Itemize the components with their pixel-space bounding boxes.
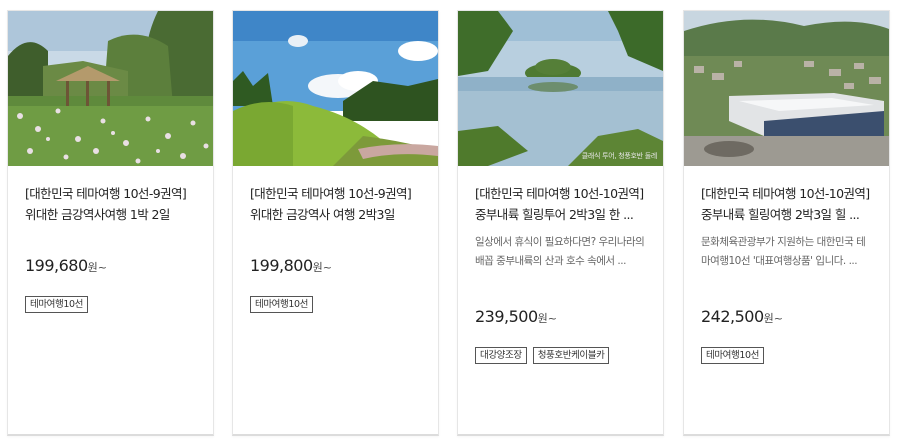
product-description-line2: 마여행10선 '대표여행상품' 입니다. ... [701,255,858,267]
product-tag[interactable]: 테마여행10선 [25,296,88,313]
image-caption: 클래식 투어, 청풍호반 둘레 [581,152,658,160]
product-tags: 대강양조장 청풍호반케이블카 [475,347,610,364]
price-unit: 원~ [87,261,108,274]
product-title-line1[interactable]: [대한민국 테마여행 10선-9권역] [250,183,428,204]
product-title[interactable]: [대한민국 테마여행 10선-10권역] 중부내륙 힐링여행 2박3일 힐 ..… [701,183,879,225]
product-title-line2[interactable]: 위대한 금강역사 여행 2박3일 [250,204,428,225]
product-description: 일상에서 휴식이 필요하다면? 우리나라의 배꼽 중부내륙의 산과 호수 속에서… [475,233,653,271]
product-card[interactable]: [대한민국 테마여행 10선-9권역] 위대한 금강역사 여행 2박3일 199… [232,10,439,436]
product-card[interactable]: 클래식 투어, 청풍호반 둘레 [대한민국 테마여행 10선-10권역] 중부내… [457,10,664,436]
product-title[interactable]: [대한민국 테마여행 10선-9권역] 위대한 금강역사여행 1박 2일 [25,183,203,225]
product-image-aerial-building[interactable] [684,11,889,166]
product-tags: 테마여행10선 [701,347,764,364]
product-price: 239,500원~ [475,307,557,326]
product-description: 문화체육관광부가 지원하는 대한민국 테 마여행10선 '대표여행상품' 입니다… [701,233,879,271]
product-title-line2[interactable]: 중부내륙 힐링여행 2박3일 힐 ... [701,204,879,225]
product-card[interactable]: [대한민국 테마여행 10선-10권역] 중부내륙 힐링여행 2박3일 힐 ..… [683,10,890,436]
product-title-line1[interactable]: [대한민국 테마여행 10선-9권역] [25,183,203,204]
price-amount: 242,500 [701,307,764,326]
product-title-line1[interactable]: [대한민국 테마여행 10선-10권역] [475,183,653,204]
product-title-line1[interactable]: [대한민국 테마여행 10선-10권역] [701,183,879,204]
product-tag[interactable]: 테마여행10선 [701,347,764,364]
product-image-green-mound[interactable] [233,11,438,166]
product-title-line2[interactable]: 중부내륙 힐링투어 2박3일 한 ... [475,204,653,225]
product-description-line1: 일상에서 휴식이 필요하다면? 우리나라의 [475,236,645,248]
price-amount: 239,500 [475,307,538,326]
product-title[interactable]: [대한민국 테마여행 10선-9권역] 위대한 금강역사 여행 2박3일 [250,183,428,225]
product-price: 199,680원~ [25,256,107,275]
product-image-lake-island[interactable]: 클래식 투어, 청풍호반 둘레 [458,11,663,166]
product-image-lotus-pavilion[interactable] [8,11,213,166]
product-description-line1: 문화체육관광부가 지원하는 대한민국 테 [701,236,866,248]
product-title-line2[interactable]: 위대한 금강역사여행 1박 2일 [25,204,203,225]
price-amount: 199,680 [25,256,88,275]
product-title[interactable]: [대한민국 테마여행 10선-10권역] 중부내륙 힐링투어 2박3일 한 ..… [475,183,653,225]
product-price: 242,500원~ [701,307,783,326]
price-unit: 원~ [763,312,784,325]
price-unit: 원~ [312,261,333,274]
product-tag[interactable]: 청풍호반케이블카 [532,347,610,364]
product-tags: 테마여행10선 [250,296,313,313]
product-tag[interactable]: 테마여행10선 [250,296,313,313]
product-tag[interactable]: 대강양조장 [475,347,527,364]
product-card[interactable]: [대한민국 테마여행 10선-9권역] 위대한 금강역사여행 1박 2일 199… [7,10,214,436]
product-price: 199,800원~ [250,256,332,275]
price-amount: 199,800 [250,256,313,275]
product-description-line2: 배꼽 중부내륙의 산과 호수 속에서 ... [475,255,626,267]
product-tags: 테마여행10선 [25,296,88,313]
price-unit: 원~ [537,312,558,325]
